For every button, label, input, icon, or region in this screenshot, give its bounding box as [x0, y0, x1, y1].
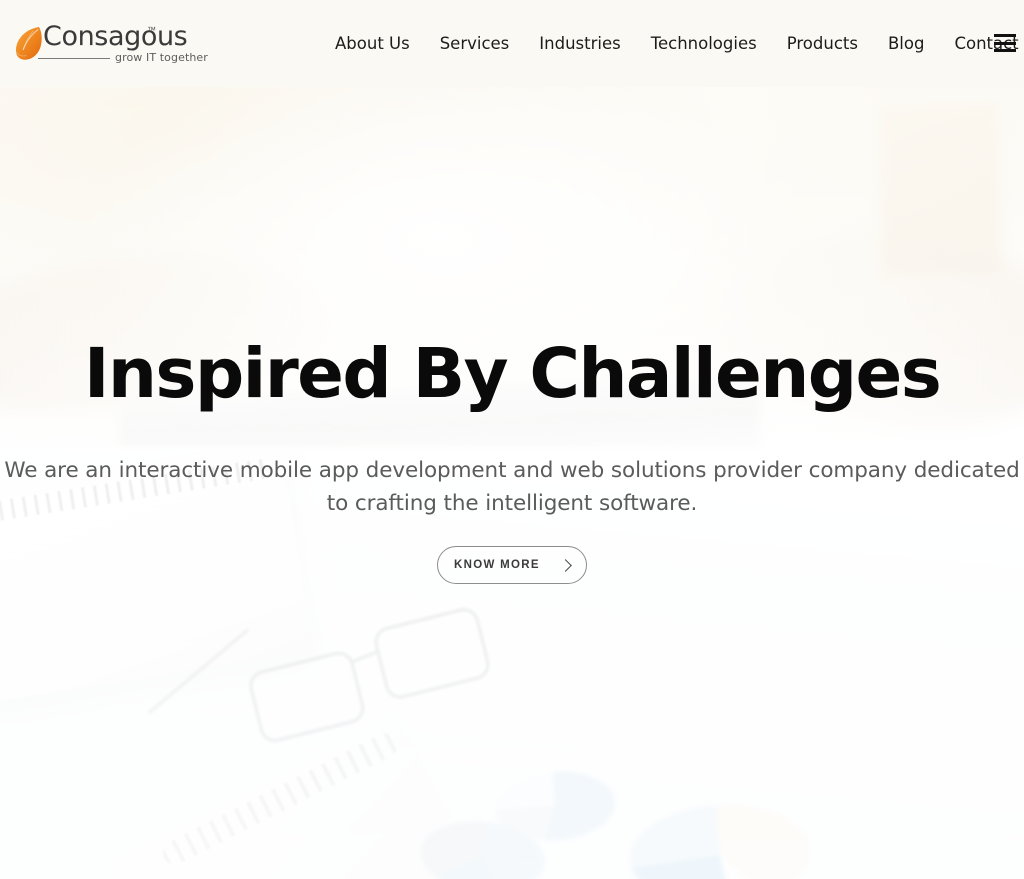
nav-item-services[interactable]: Services [425, 0, 525, 87]
brand-divider [38, 58, 110, 59]
know-more-label: KNOW MORE [454, 559, 540, 572]
page-root: Consagous ™ grow IT together About Us Se… [0, 0, 1024, 879]
nav-item-about-us[interactable]: About Us [320, 0, 425, 87]
main-navigation: About Us Services Industries Technologie… [320, 0, 1024, 87]
hamburger-bar [994, 41, 1016, 45]
chevron-right-icon [559, 558, 572, 572]
hero-section: Inspired By Challenges We are an interac… [0, 87, 1024, 879]
nav-item-blog[interactable]: Blog [873, 0, 939, 87]
brand-logo[interactable]: Consagous ™ grow IT together [14, 22, 208, 68]
hero-content: Inspired By Challenges We are an interac… [0, 87, 1024, 879]
hamburger-bar [994, 34, 1016, 37]
brand-tagline: grow IT together [115, 51, 208, 64]
site-header: Consagous ™ grow IT together About Us Se… [0, 0, 1024, 87]
hero-title: Inspired By Challenges [83, 334, 942, 414]
nav-item-products[interactable]: Products [772, 0, 873, 87]
brand-trademark: ™ [147, 25, 156, 35]
know-more-button[interactable]: KNOW MORE [437, 546, 587, 585]
brand-name: Consagous [43, 21, 188, 52]
hamburger-icon[interactable] [994, 34, 1016, 52]
hero-subtitle: We are an interactive mobile app develop… [4, 458, 1020, 516]
hamburger-bar [994, 49, 1016, 52]
nav-item-industries[interactable]: Industries [524, 0, 635, 87]
nav-item-technologies[interactable]: Technologies [636, 0, 772, 87]
